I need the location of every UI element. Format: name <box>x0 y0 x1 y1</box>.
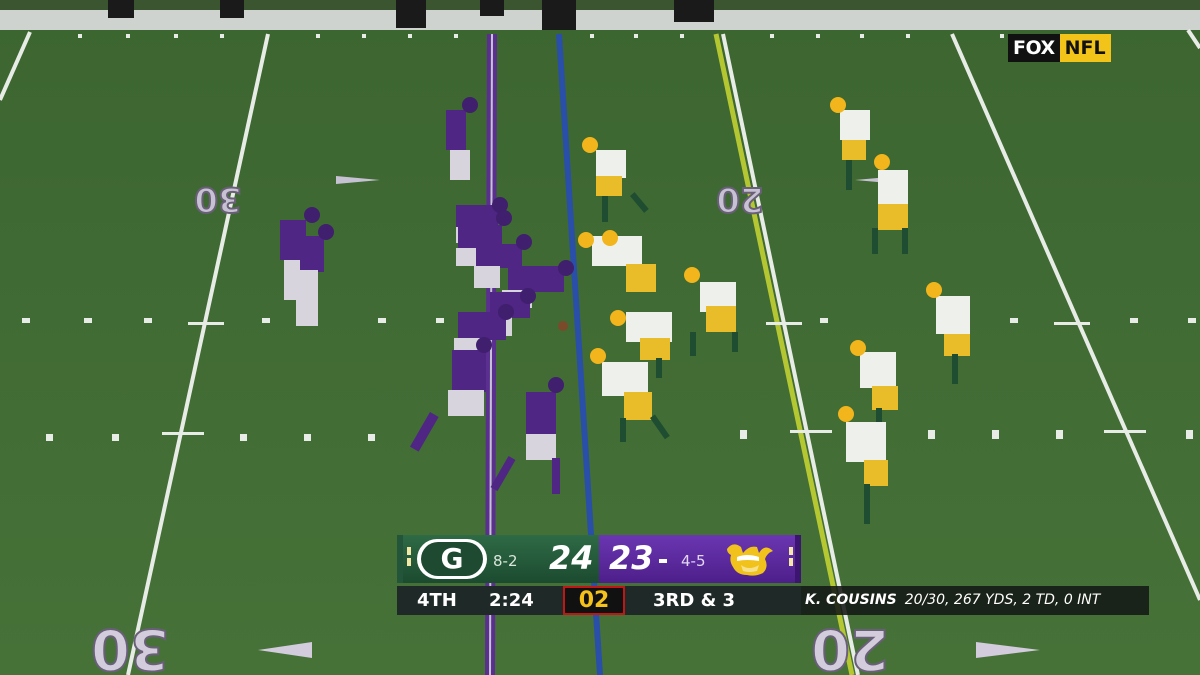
player-name: K. COUSINS <box>805 592 897 608</box>
timeouts-home <box>789 547 793 566</box>
home-record: 4-5 <box>681 552 706 570</box>
possession-indicator <box>659 559 667 563</box>
fox-logo: FOX <box>1008 34 1060 62</box>
timeouts-away <box>407 547 411 566</box>
game-clock: 2:24 <box>489 590 534 611</box>
vikings-head-logo-icon <box>727 544 773 576</box>
yard-number-20-far: 20 <box>716 179 763 219</box>
quarter: 4TH <box>417 590 457 611</box>
network-logo: FOX NFL <box>1008 34 1112 62</box>
player-stat-line: 20/30, 267 YDS, 2 TD, 0 INT <box>904 592 1101 608</box>
packers-g-logo-icon: G <box>417 539 487 579</box>
football <box>558 321 568 331</box>
away-team-panel: G 8-2 24 <box>397 535 599 583</box>
down-and-distance: 3RD & 3 <box>653 590 736 611</box>
player-stat-ticker: K. COUSINS 20/30, 267 YDS, 2 TD, 0 INT <box>801 586 1149 615</box>
nfl-logo: NFL <box>1059 34 1111 62</box>
home-team-panel: 23 4-5 <box>599 535 801 583</box>
yard-number-30-far: 30 <box>194 179 241 219</box>
away-record: 8-2 <box>493 552 518 570</box>
away-score: 24 <box>549 539 594 577</box>
game-status-bar: 4TH 2:24 02 3RD & 3 <box>397 586 801 615</box>
yard-number-30-near: 30 <box>91 616 169 675</box>
play-clock: 02 <box>563 586 625 615</box>
yard-number-20-near: 20 <box>811 616 889 675</box>
scorebug: G 8-2 24 23 4-5 4TH 2:24 02 3RD & 3 <box>397 535 801 615</box>
home-score: 23 <box>609 539 654 577</box>
